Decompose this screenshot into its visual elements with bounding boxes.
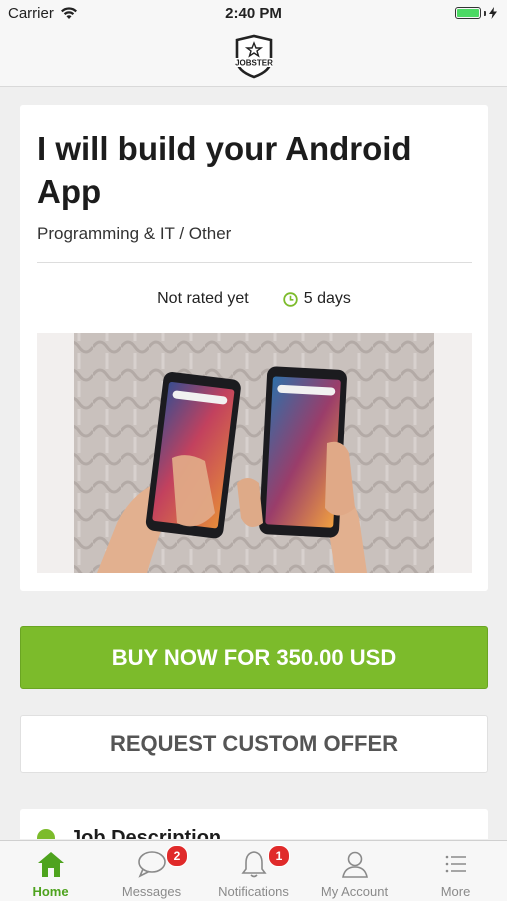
job-meta: Not rated yet 5 days [20,290,488,308]
job-title: I will build your Android App [37,130,412,210]
job-image[interactable] [37,333,472,573]
tab-messages-label: Messages [121,884,182,899]
tab-my-account[interactable]: My Account [304,841,405,901]
bell-icon [241,851,267,878]
tab-notifications[interactable]: 1 Notifications [203,841,304,901]
buy-now-button[interactable]: BUY NOW FOR 350.00 USD [20,626,488,689]
charging-icon [489,7,497,19]
job-card: I will build your Android App Programmin… [20,105,488,591]
job-description-section[interactable]: Job Description [20,809,488,839]
job-photo [37,333,472,573]
tab-notifications-label: Notifications [218,884,289,899]
tab-messages[interactable]: 2 Messages [101,841,202,901]
job-category[interactable]: Programming & IT / Other [37,224,231,244]
clock: 2:40 PM [225,5,282,22]
rating-text: Not rated yet [157,290,249,307]
job-description-title: Job Description [70,827,222,839]
tab-more-label: More [440,884,471,899]
request-custom-offer-button[interactable]: REQUEST CUSTOM OFFER [20,715,488,773]
tab-bar: Home 2 Messages 1 Notifications My Accou… [0,840,507,901]
delivery-time: 5 days [283,290,351,308]
messages-badge: 2 [166,845,188,867]
tab-my-account-label: My Account [320,884,389,899]
info-icon [37,829,55,839]
delivery-label: 5 days [303,290,351,307]
logo-text: JOBSTER [235,59,273,68]
tab-more[interactable]: More [405,841,506,901]
divider [37,262,472,263]
jobster-logo[interactable]: JOBSTER [233,33,275,79]
menu-icon [445,855,466,873]
nav-bar: JOBSTER [0,28,507,87]
job-detail-scroll[interactable]: I will build your Android App Programmin… [0,87,507,839]
tab-home[interactable]: Home [0,841,101,901]
home-icon [38,852,64,877]
chat-icon [138,851,166,878]
notifications-badge: 1 [268,845,290,867]
clock-icon [283,291,298,307]
battery-icon [455,7,497,19]
user-icon [342,851,368,878]
status-bar: Carrier 2:40 PM [0,0,507,28]
tab-home-label: Home [32,884,69,899]
